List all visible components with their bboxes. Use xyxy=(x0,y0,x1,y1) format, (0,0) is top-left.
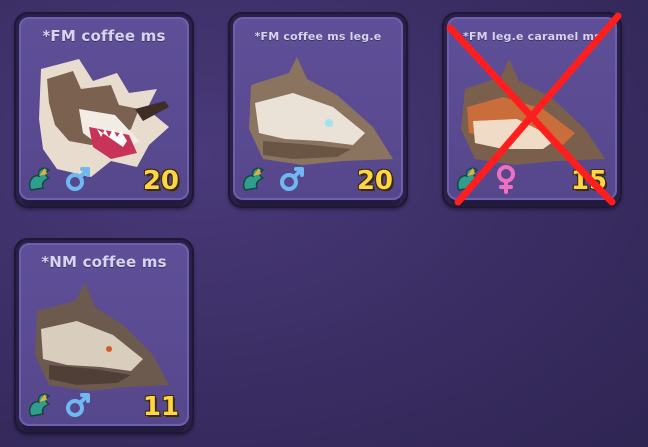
card-title: *FM coffee ms leg.e xyxy=(254,30,382,43)
level-number: 15 xyxy=(570,166,607,196)
level-number: 20 xyxy=(356,166,393,196)
level-number: 11 xyxy=(142,392,179,422)
level-number: 20 xyxy=(142,166,179,196)
male-symbol-icon xyxy=(280,167,304,191)
dragon-portrait xyxy=(461,59,605,165)
male-symbol-icon xyxy=(66,167,90,191)
dragon-card[interactable]: *NM coffee ms 11 xyxy=(14,238,194,434)
green-dragon-icon xyxy=(456,167,479,191)
card-panel: *FM leg.e caramel ms 15 xyxy=(447,17,617,200)
dragon-portrait xyxy=(249,57,393,165)
female-symbol-icon xyxy=(497,165,515,194)
card-panel: *FM coffee ms 20 xyxy=(19,17,189,200)
dragon-portrait xyxy=(35,283,169,391)
card-panel: *NM coffee ms 11 xyxy=(19,243,189,426)
male-symbol-icon xyxy=(66,393,90,417)
card-panel: *FM coffee ms leg.e 20 xyxy=(233,17,403,200)
dragon-card[interactable]: *FM coffee ms leg.e 20 xyxy=(228,12,408,208)
dragon-card[interactable]: *FM leg.e caramel ms 15 xyxy=(442,12,622,208)
card-title: *FM coffee ms xyxy=(42,27,166,45)
dragon-portrait xyxy=(39,59,169,177)
green-dragon-icon xyxy=(28,393,51,417)
green-dragon-icon xyxy=(242,167,265,191)
green-dragon-icon xyxy=(28,167,51,191)
card-title: *NM coffee ms xyxy=(41,253,167,271)
dragon-card[interactable]: *FM coffee ms 20 xyxy=(14,12,194,208)
card-title: *FM leg.e caramel ms xyxy=(463,30,601,43)
